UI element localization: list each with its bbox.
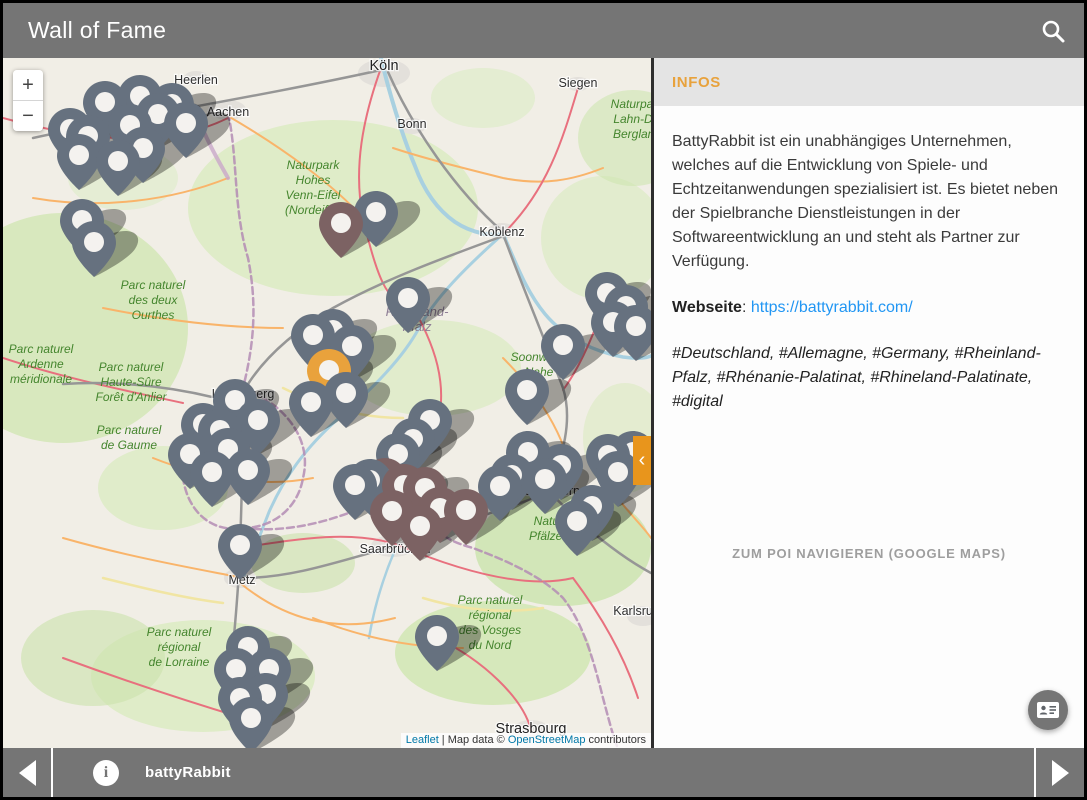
zoom-in-button[interactable]: + — [13, 70, 43, 101]
leaflet-link[interactable]: Leaflet — [406, 734, 439, 746]
search-button[interactable] — [1030, 8, 1076, 54]
map[interactable]: HeerlenAachenKölnBonnSiegenKoblenzLëtzeb… — [3, 58, 651, 748]
search-icon — [1040, 18, 1066, 44]
map-canvas[interactable]: HeerlenAachenKölnBonnSiegenKoblenzLëtzeb… — [3, 58, 651, 748]
next-button[interactable] — [1036, 748, 1084, 797]
map-label: Bonn — [397, 117, 426, 131]
map-label: Köln — [369, 58, 398, 74]
zoom-out-button[interactable]: − — [13, 101, 43, 131]
app-window: Wall of Fame — [3, 3, 1084, 797]
map-label: Karlsruhe — [613, 604, 651, 618]
website-row: Webseite: https://battyrabbit.com/ — [672, 296, 1066, 320]
map-label: NaturparkLahn-DillBergland — [611, 97, 651, 141]
collapse-panel-button[interactable]: ‹ — [633, 436, 651, 485]
navigate-poi-button[interactable]: ZUM POI NAVIGIEREN (GOOGLE MAPS) — [672, 542, 1066, 566]
website-link[interactable]: https://battyrabbit.com/ — [751, 299, 913, 316]
prev-button[interactable] — [3, 748, 51, 797]
map-label: Koblenz — [479, 225, 524, 239]
map-label: Parc naturelde Gaume — [97, 423, 162, 452]
map-label: Siegen — [559, 76, 598, 90]
osm-link[interactable]: OpenStreetMap — [508, 734, 586, 746]
footer-bar: i battyRabbit — [3, 748, 1084, 797]
map-attribution: Leaflet | Map data © OpenStreetMap contr… — [401, 733, 651, 748]
footer-divider-left — [51, 748, 53, 797]
hashtags-text: #Deutschland, #Allemagne, #Germany, #Rhe… — [672, 342, 1066, 414]
arrow-right-icon — [1052, 760, 1069, 786]
chevron-left-icon: ‹ — [639, 449, 646, 472]
map-label: Parc naturelHaute-SûreForêt d'Anlier — [96, 360, 168, 404]
map-zoom-control: + − — [13, 70, 43, 131]
info-icon[interactable]: i — [93, 760, 119, 786]
current-item-label: battyRabbit — [145, 764, 231, 781]
panel-heading: INFOS — [672, 74, 721, 91]
contact-card-icon — [1037, 701, 1059, 719]
page-title: Wall of Fame — [28, 17, 166, 44]
content-area: HeerlenAachenKölnBonnSiegenKoblenzLëtzeb… — [3, 58, 1084, 748]
header-bar: Wall of Fame — [3, 3, 1084, 58]
contact-fab-button[interactable] — [1028, 690, 1068, 730]
panel-body: BattyRabbit ist ein unabhängiges Unterne… — [654, 106, 1084, 566]
company-description: BattyRabbit ist ein unabhängiges Unterne… — [672, 130, 1066, 274]
website-separator: : — [742, 299, 751, 316]
website-label: Webseite — [672, 299, 742, 316]
info-panel: INFOS BattyRabbit ist ein unabhängiges U… — [654, 58, 1084, 748]
attribution-text: | Map data © — [439, 734, 508, 746]
panel-header: INFOS — [654, 58, 1084, 106]
attribution-suffix: contributors — [585, 734, 646, 746]
arrow-left-icon — [19, 760, 36, 786]
